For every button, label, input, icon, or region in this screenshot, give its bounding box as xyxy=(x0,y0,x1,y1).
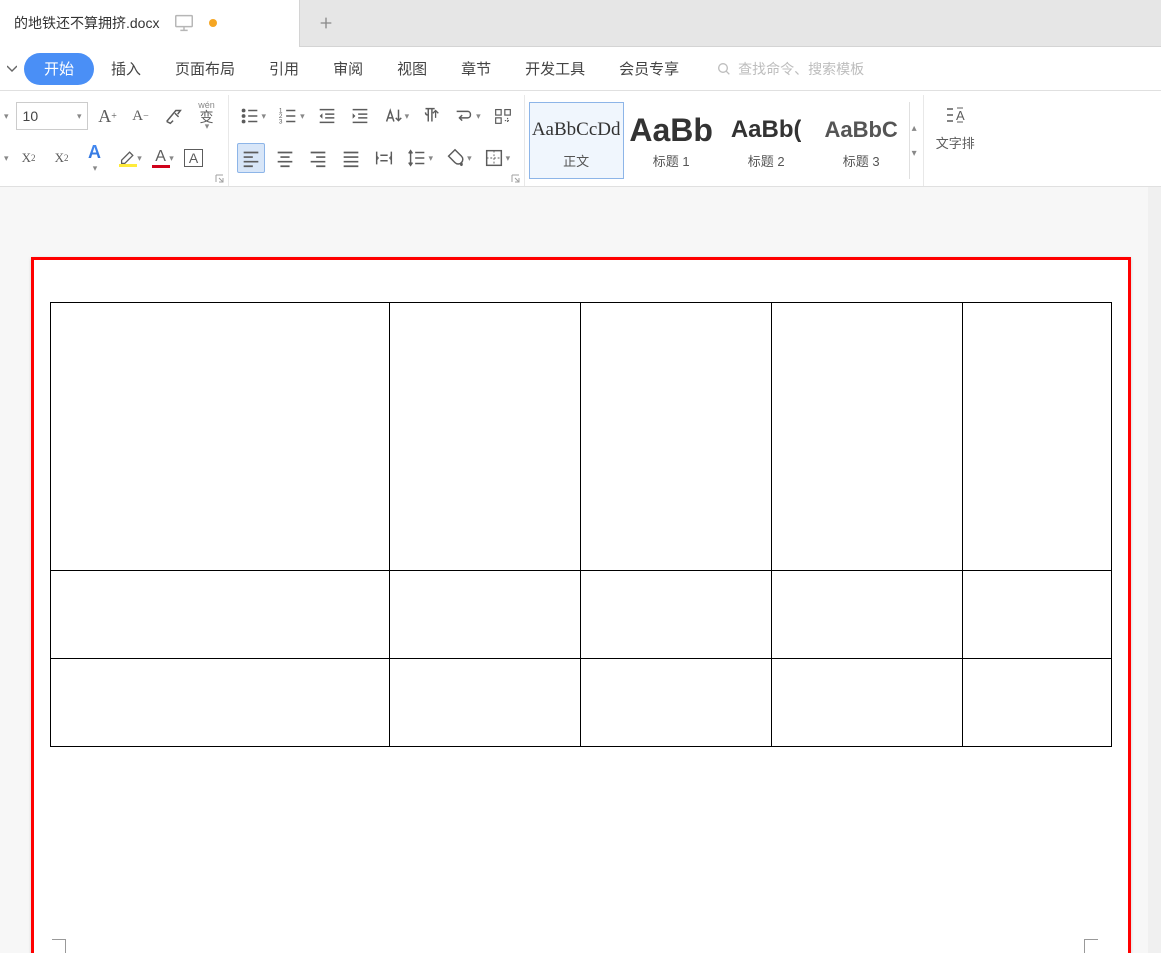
style-normal[interactable]: AaBbCcDd 正文 xyxy=(529,102,624,179)
align-distributed-button[interactable] xyxy=(371,143,397,173)
increase-font-button[interactable]: A+ xyxy=(95,101,121,131)
menu-overflow-left-button[interactable] xyxy=(0,47,24,91)
sort-button[interactable]: ▾ xyxy=(380,101,412,131)
table-cell[interactable] xyxy=(390,571,581,659)
superscript-button[interactable]: X2 xyxy=(16,143,42,173)
bullets-button[interactable]: ▾ xyxy=(237,101,269,131)
text-effects-button[interactable]: A ▾ xyxy=(82,143,108,173)
chevron-down-icon: ▾ xyxy=(77,111,82,122)
menu-tab-member[interactable]: 会员专享 xyxy=(602,53,696,85)
font-group: ▾ 10 ▾ A+ A− wén 变 ▾ ▾ X2 X2 A ▾ xyxy=(0,95,229,186)
phonetic-guide-button[interactable]: wén 变 ▾ xyxy=(194,101,220,131)
search-icon xyxy=(716,61,732,77)
unsaved-indicator-icon xyxy=(209,19,217,27)
menu-tab-view[interactable]: 视图 xyxy=(380,53,444,85)
table-cell[interactable] xyxy=(580,303,771,571)
text-tools-group: A 文字排 xyxy=(924,95,981,186)
clear-formatting-button[interactable] xyxy=(161,101,187,131)
character-border-button[interactable]: A xyxy=(181,143,207,173)
table-cell[interactable] xyxy=(771,659,962,747)
ribbon-toolbar: ▾ 10 ▾ A+ A− wén 变 ▾ ▾ X2 X2 A ▾ xyxy=(0,91,1161,187)
style-heading-3[interactable]: AaBbC 标题 3 xyxy=(814,102,909,179)
command-search[interactable]: 查找命令、搜索模板 xyxy=(716,59,864,79)
table-cell[interactable] xyxy=(962,659,1111,747)
menu-tab-page-layout[interactable]: 页面布局 xyxy=(158,53,252,85)
highlight-color-indicator xyxy=(119,164,137,167)
chevron-down-icon[interactable]: ▾ xyxy=(912,148,917,159)
table-cell[interactable] xyxy=(962,571,1111,659)
svg-text:3: 3 xyxy=(279,118,283,125)
chevron-down-icon: ▾ xyxy=(93,163,98,174)
table-cell[interactable] xyxy=(50,571,390,659)
chevron-down-icon: ▾ xyxy=(169,153,174,164)
style-gallery-scroll[interactable]: ▴ ▾ xyxy=(909,102,919,179)
line-spacing-button[interactable]: ▾ xyxy=(404,143,436,173)
line-break-button[interactable]: ▾ xyxy=(451,101,483,131)
align-left-button[interactable] xyxy=(237,143,265,173)
menu-tab-section[interactable]: 章节 xyxy=(444,53,508,85)
styles-gallery: AaBbCcDd 正文 AaBb 标题 1 AaBb( 标题 2 AaBbC 标… xyxy=(525,95,924,186)
table-cell[interactable] xyxy=(771,303,962,571)
align-center-button[interactable] xyxy=(272,143,298,173)
document-tab[interactable]: 的地铁还不算拥挤.docx xyxy=(0,0,300,47)
svg-text:A: A xyxy=(956,108,965,123)
style-heading-1[interactable]: AaBb 标题 1 xyxy=(624,102,719,179)
decrease-indent-button[interactable] xyxy=(314,101,340,131)
table-cell[interactable] xyxy=(580,571,771,659)
subscript-button[interactable]: X2 xyxy=(49,143,75,173)
table-row[interactable] xyxy=(50,571,1111,659)
decrease-font-button[interactable]: A− xyxy=(128,101,154,131)
chevron-up-icon[interactable]: ▴ xyxy=(912,123,917,134)
presentation-mode-icon[interactable] xyxy=(173,12,195,34)
menu-tab-home[interactable]: 开始 xyxy=(24,53,94,85)
workspace xyxy=(0,187,1161,953)
table-cell[interactable] xyxy=(390,659,581,747)
highlight-button[interactable]: ▾ xyxy=(115,143,141,173)
tab-title: 的地铁还不算拥挤.docx xyxy=(14,13,159,33)
new-tab-button[interactable] xyxy=(306,3,346,43)
table-cell[interactable] xyxy=(962,303,1111,571)
numbering-button[interactable]: 123▾ xyxy=(275,101,307,131)
increase-indent-button[interactable] xyxy=(347,101,373,131)
document-tab-bar: 的地铁还不算拥挤.docx xyxy=(0,0,1161,47)
font-size-input[interactable]: 10 ▾ xyxy=(16,102,88,130)
table-cell[interactable] xyxy=(50,303,390,571)
paragraph-dialog-launcher[interactable] xyxy=(510,173,522,185)
font-name-dropdown[interactable]: ▾ xyxy=(4,111,9,122)
menu-tab-developer[interactable]: 开发工具 xyxy=(508,53,602,85)
text-arrange-button[interactable]: A 文字排 xyxy=(934,103,977,152)
borders-button[interactable]: ▾ xyxy=(481,143,513,173)
document-table[interactable] xyxy=(50,302,1112,747)
text-direction-button[interactable] xyxy=(418,101,444,131)
align-justify-button[interactable] xyxy=(338,143,364,173)
shading-button[interactable]: ▾ xyxy=(442,143,474,173)
menu-tab-review[interactable]: 审阅 xyxy=(316,53,380,85)
chevron-down-icon: ▾ xyxy=(137,153,142,164)
search-placeholder: 查找命令、搜索模板 xyxy=(738,59,864,79)
show-marks-button[interactable] xyxy=(490,101,516,131)
menu-tab-references[interactable]: 引用 xyxy=(252,53,316,85)
font-dialog-launcher[interactable] xyxy=(214,173,226,185)
table-cell[interactable] xyxy=(580,659,771,747)
menu-tab-insert[interactable]: 插入 xyxy=(94,53,158,85)
table-row[interactable] xyxy=(50,303,1111,571)
font-color-indicator xyxy=(152,165,170,168)
paragraph-group: ▾ 123▾ ▾ ▾ xyxy=(229,95,525,186)
table-cell[interactable] xyxy=(50,659,390,747)
margin-corner-bottom-left xyxy=(52,939,66,953)
table-cell[interactable] xyxy=(771,571,962,659)
font-color-button[interactable]: A ▾ xyxy=(148,143,174,173)
style-heading-2[interactable]: AaBb( 标题 2 xyxy=(719,102,814,179)
menu-bar: 开始 插入 页面布局 引用 审阅 视图 章节 开发工具 会员专享 查找命令、搜索… xyxy=(0,47,1161,91)
chevron-down-icon: ▾ xyxy=(205,122,210,131)
table-cell[interactable] xyxy=(390,303,581,571)
document-page[interactable] xyxy=(31,257,1131,953)
margin-corner-bottom-right xyxy=(1084,939,1098,953)
align-right-button[interactable] xyxy=(305,143,331,173)
page-container xyxy=(31,197,1131,943)
vertical-scrollbar[interactable] xyxy=(1148,187,1161,953)
font-extra-dropdown[interactable]: ▾ xyxy=(4,153,9,164)
table-row[interactable] xyxy=(50,659,1111,747)
